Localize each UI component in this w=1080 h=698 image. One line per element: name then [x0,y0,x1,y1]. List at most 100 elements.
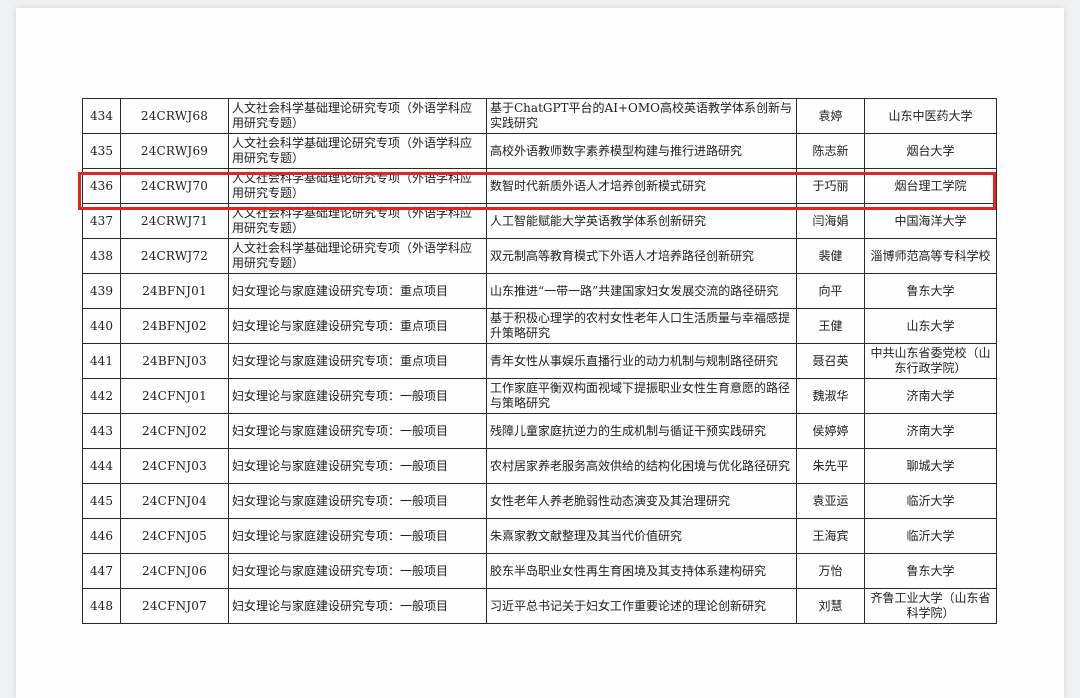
row-number: 438 [82,238,121,274]
project-category: 妇女理论与家庭建设研究专项：一般项目 [228,518,487,554]
table-row: 434 24CRWJ68 人文社会科学基础理论研究专项（外语学科应用研究专题） 基于C… [82,98,997,134]
project-code: 24CFNJ04 [120,483,229,519]
project-category: 妇女理论与家庭建设研究专项：重点项目 [228,343,487,379]
project-category: 妇女理论与家庭建设研究专项：一般项目 [228,588,487,624]
project-category: 妇女理论与家庭建设研究专项：一般项目 [228,553,487,589]
institution-name: 济南大学 [864,413,997,449]
project-leader: 闫海娟 [796,203,865,239]
project-title: 工作家庭平衡双构面视域下提振职业女性生育意愿的路径与策略研究 [486,378,797,414]
row-number: 437 [82,203,121,239]
row-number: 448 [82,588,121,624]
project-code: 24BFNJ01 [120,273,229,309]
project-code: 24CFNJ05 [120,518,229,554]
project-leader: 袁亚运 [796,483,865,519]
table-body: 434 24CRWJ68 人文社会科学基础理论研究专项（外语学科应用研究专题） 基于C… [82,98,997,624]
institution-name: 淄博师范高等专科学校 [864,238,997,274]
table-row: 439 24BFNJ01 妇女理论与家庭建设研究专项：重点项目 山东推进“一带一路”共… [82,273,997,309]
row-number: 443 [82,413,121,449]
project-code: 24CRWJ72 [120,238,229,274]
table-row: 440 24BFNJ02 妇女理论与家庭建设研究专项：重点项目 基于积极心理学的农村女… [82,308,997,344]
project-leader: 陈志新 [796,133,865,169]
project-leader: 裴健 [796,238,865,274]
project-leader: 魏淑华 [796,378,865,414]
row-number: 439 [82,273,121,309]
table-row: 442 24CFNJ01 妇女理论与家庭建设研究专项：一般项目 工作家庭平衡双构面视域… [82,378,997,414]
institution-name: 聊城大学 [864,448,997,484]
project-code: 24CFNJ02 [120,413,229,449]
project-leader: 于巧丽 [796,168,865,204]
institution-name: 烟台理工学院 [864,168,997,204]
project-category: 人文社会科学基础理论研究专项（外语学科应用研究专题） [228,98,487,134]
institution-name: 山东大学 [864,308,997,344]
table-row: 444 24CFNJ03 妇女理论与家庭建设研究专项：一般项目 农村居家养老服务高效供… [82,448,997,484]
project-title: 山东推进“一带一路”共建国家妇女发展交流的路径研究 [486,273,797,309]
project-leader: 朱先平 [796,448,865,484]
project-category: 人文社会科学基础理论研究专项（外语学科应用研究专题） [228,203,487,239]
project-code: 24CRWJ71 [120,203,229,239]
project-title: 基于ChatGPT平台的AI+OMO高校英语教学体系创新与实践研究 [486,98,797,134]
table-row: 437 24CRWJ71 人文社会科学基础理论研究专项（外语学科应用研究专题） 人工智… [82,203,997,239]
row-number: 444 [82,448,121,484]
institution-name: 中国海洋大学 [864,203,997,239]
institution-name: 济南大学 [864,378,997,414]
project-title: 胶东半岛职业女性再生育困境及其支持体系建构研究 [486,553,797,589]
table-row: 435 24CRWJ69 人文社会科学基础理论研究专项（外语学科应用研究专题） 高校外… [82,133,997,169]
project-code: 24BFNJ03 [120,343,229,379]
institution-name: 临沂大学 [864,483,997,519]
project-title: 高校外语教师数字素养模型构建与推行进路研究 [486,133,797,169]
project-leader: 聂召英 [796,343,865,379]
project-category: 人文社会科学基础理论研究专项（外语学科应用研究专题） [228,238,487,274]
project-leader: 万怡 [796,553,865,589]
project-code: 24CFNJ03 [120,448,229,484]
project-code: 24CFNJ01 [120,378,229,414]
table-row: 443 24CFNJ02 妇女理论与家庭建设研究专项：一般项目 残障儿童家庭抗逆力的生… [82,413,997,449]
institution-name: 临沂大学 [864,518,997,554]
project-category: 妇女理论与家庭建设研究专项：一般项目 [228,413,487,449]
row-number: 435 [82,133,121,169]
project-code: 24CFNJ06 [120,553,229,589]
project-category: 人文社会科学基础理论研究专项（外语学科应用研究专题） [228,133,487,169]
project-category: 妇女理论与家庭建设研究专项：一般项目 [228,483,487,519]
project-code: 24CRWJ68 [120,98,229,134]
project-title: 农村居家养老服务高效供给的结构化困境与优化路径研究 [486,448,797,484]
row-number: 445 [82,483,121,519]
project-list-table: 434 24CRWJ68 人文社会科学基础理论研究专项（外语学科应用研究专题） 基于C… [82,98,997,624]
project-code: 24CFNJ07 [120,588,229,624]
row-number: 446 [82,518,121,554]
row-number: 436 [82,168,121,204]
institution-name: 鲁东大学 [864,273,997,309]
row-number: 441 [82,343,121,379]
institution-name: 山东中医药大学 [864,98,997,134]
project-category: 妇女理论与家庭建设研究专项：重点项目 [228,273,487,309]
project-title: 青年女性从事娱乐直播行业的动力机制与规制路径研究 [486,343,797,379]
table-row: 448 24CFNJ07 妇女理论与家庭建设研究专项：一般项目 习近平总书记关于妇女工… [82,588,997,624]
table-row: 438 24CRWJ72 人文社会科学基础理论研究专项（外语学科应用研究专题） 双元制… [82,238,997,274]
row-number: 434 [82,98,121,134]
table-row: 445 24CFNJ04 妇女理论与家庭建设研究专项：一般项目 女性老年人养老脆弱性动… [82,483,997,519]
institution-name: 齐鲁工业大学（山东省科学院） [864,588,997,624]
project-title: 数智时代新质外语人才培养创新模式研究 [486,168,797,204]
project-title: 人工智能赋能大学英语教学体系创新研究 [486,203,797,239]
project-title: 习近平总书记关于妇女工作重要论述的理论创新研究 [486,588,797,624]
row-number: 447 [82,553,121,589]
project-code: 24BFNJ02 [120,308,229,344]
table-row: 441 24BFNJ03 妇女理论与家庭建设研究专项：重点项目 青年女性从事娱乐直播行… [82,343,997,379]
project-title: 女性老年人养老脆弱性动态演变及其治理研究 [486,483,797,519]
project-category: 妇女理论与家庭建设研究专项：一般项目 [228,448,487,484]
institution-name: 烟台大学 [864,133,997,169]
project-leader: 王健 [796,308,865,344]
institution-name: 中共山东省委党校（山东行政学院） [864,343,997,379]
project-code: 24CRWJ70 [120,168,229,204]
table-row: 436 24CRWJ70 人文社会科学基础理论研究专项（外语学科应用研究专题） 数智时… [82,168,997,204]
project-leader: 王海宾 [796,518,865,554]
project-category: 妇女理论与家庭建设研究专项：重点项目 [228,308,487,344]
project-leader: 侯婷婷 [796,413,865,449]
project-leader: 袁婷 [796,98,865,134]
institution-name: 鲁东大学 [864,553,997,589]
row-number: 442 [82,378,121,414]
project-category: 人文社会科学基础理论研究专项（外语学科应用研究专题） [228,168,487,204]
project-title: 基于积极心理学的农村女性老年人口生活质量与幸福感提升策略研究 [486,308,797,344]
project-leader: 向平 [796,273,865,309]
project-code: 24CRWJ69 [120,133,229,169]
table-row: 446 24CFNJ05 妇女理论与家庭建设研究专项：一般项目 朱熹家教文献整理及其当… [82,518,997,554]
